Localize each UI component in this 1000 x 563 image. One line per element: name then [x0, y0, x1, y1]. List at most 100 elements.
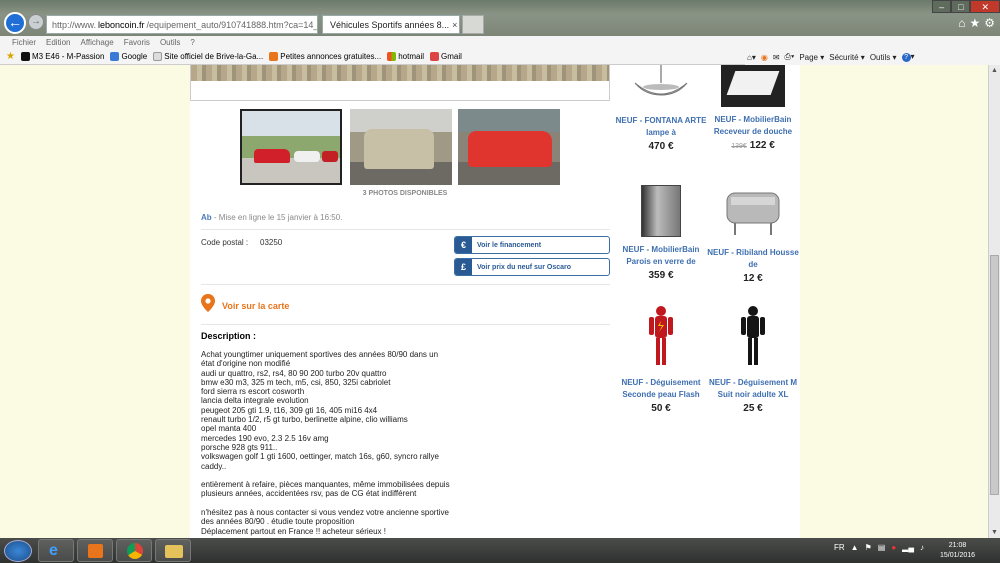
photo-thumbnail[interactable]	[458, 109, 560, 185]
black-suit-icon	[741, 306, 765, 365]
product-card[interactable]: NEUF - Déguisement M Suit noir adulte XL…	[706, 305, 800, 414]
bbq-cover-icon	[726, 192, 780, 235]
glass-panel-image	[641, 185, 681, 237]
photo-thumbnail[interactable]	[240, 109, 342, 185]
product-name[interactable]: NEUF - Déguisement Seconde peau Flash	[614, 377, 708, 400]
postal-code-value: 03250	[260, 238, 283, 247]
taskbar-explorer-button[interactable]	[155, 539, 191, 562]
security-menu[interactable]: Sécurité ▾	[829, 53, 865, 62]
scrollbar-thumb[interactable]	[990, 255, 999, 495]
taskbar-media-button[interactable]	[77, 539, 113, 562]
favorite-item[interactable]: hotmail	[387, 52, 424, 61]
forward-button[interactable]: →	[28, 14, 44, 30]
euro-icon: €	[455, 237, 472, 253]
product-price: 12 €	[743, 273, 763, 284]
home-icon[interactable]: ⌂	[958, 16, 965, 32]
url-path: /equipement_auto/910741888.htm?ca=14_s	[146, 19, 318, 30]
description-label: Description :	[201, 331, 257, 341]
start-button[interactable]	[4, 540, 32, 562]
photo-count: 3 PHOTOS DISPONIBLES	[362, 190, 448, 197]
favorites-star-icon[interactable]: ★	[969, 16, 980, 32]
rss-icon[interactable]: ◉	[761, 53, 768, 62]
menu-item-edit[interactable]: Edition	[46, 36, 70, 49]
menu-item-favorites[interactable]: Favoris	[124, 36, 150, 49]
help-icon[interactable]: ? ▾	[901, 52, 915, 62]
flag-icon[interactable]: ⚑	[865, 543, 872, 557]
signal-icon[interactable]: ▂▄	[902, 543, 914, 557]
old-price: 139€	[731, 143, 747, 150]
back-button[interactable]: ←	[4, 12, 26, 34]
lamp-icon	[634, 65, 688, 96]
product-card[interactable]: NEUF - MobilierBain Receveur de douche 1…	[706, 65, 800, 151]
price-tag-icon: £	[455, 259, 472, 275]
favorite-item[interactable]: Petites annonces gratuites...	[269, 52, 381, 61]
financing-label: Voir le financement	[477, 241, 542, 249]
divider	[201, 229, 610, 230]
print-icon[interactable]: ⎙▾	[785, 52, 795, 62]
security-icon[interactable]: ●	[891, 543, 896, 557]
favorite-item[interactable]: M3 E46 - M-Passion	[20, 52, 104, 61]
new-tab-button[interactable]	[462, 15, 484, 34]
photo-thumbnail[interactable]	[350, 109, 452, 185]
favorite-item[interactable]: Site officiel de Brive-la-Ga...	[153, 52, 263, 61]
product-price: 359 €	[648, 270, 674, 281]
menu-item-file[interactable]: Fichier	[12, 36, 36, 49]
taskbar-ie-button[interactable]: e	[38, 539, 74, 562]
new-price-button[interactable]: £ Voir prix du neuf sur Oscaro	[454, 258, 610, 276]
menu-item-tools[interactable]: Outils	[160, 36, 180, 49]
favorite-item[interactable]: Gmail	[430, 52, 462, 61]
gear-icon[interactable]: ⚙	[984, 16, 995, 32]
flash-costume-icon	[649, 306, 673, 365]
scroll-down-icon[interactable]: ▼	[989, 527, 1000, 538]
favorites-star-add-icon[interactable]: ★	[6, 51, 15, 62]
close-window-button[interactable]: ✕	[970, 0, 1000, 13]
postal-code-label: Code postal :	[201, 238, 249, 247]
product-card[interactable]: NEUF - FONTANA ARTE lampe à 470 €	[614, 65, 708, 152]
divider	[201, 324, 610, 325]
scroll-up-icon[interactable]: ▲	[989, 65, 1000, 76]
windows-logo-icon	[387, 52, 397, 61]
tray-chevron-icon[interactable]: ▲	[851, 543, 859, 557]
view-map-link[interactable]: Voir sur la carte	[222, 301, 289, 311]
tab-title: Véhicules Sportifs années 8...	[330, 19, 450, 30]
author-link[interactable]: Ab	[201, 213, 212, 222]
url-domain: leboncoin.fr	[98, 19, 145, 30]
bookmark-icon	[269, 52, 279, 61]
minimize-button[interactable]: –	[932, 0, 952, 13]
shower-tray-image	[721, 65, 785, 107]
product-name[interactable]: NEUF - MobilierBain Receveur de douche	[706, 114, 800, 137]
vertical-scrollbar[interactable]: ▲ ▼	[988, 65, 1000, 538]
menu-item-view[interactable]: Affichage	[80, 36, 113, 49]
page-menu[interactable]: Page ▾	[799, 53, 824, 62]
product-name[interactable]: NEUF - Déguisement M Suit noir adulte XL	[706, 377, 800, 400]
product-price: 470 €	[648, 141, 674, 152]
menu-item-help[interactable]: ?	[190, 36, 194, 49]
bookmark-icon	[20, 52, 30, 61]
network-icon[interactable]: ▤	[878, 543, 886, 557]
product-card[interactable]: NEUF - Déguisement Seconde peau Flash 50…	[614, 305, 708, 414]
product-name[interactable]: NEUF - FONTANA ARTE lampe à	[614, 115, 708, 138]
url-prefix: http://www.	[52, 19, 97, 30]
main-photo[interactable]	[190, 65, 610, 101]
financing-button[interactable]: € Voir le financement	[454, 236, 610, 254]
product-name[interactable]: NEUF - Ribiland Housse de	[706, 247, 800, 270]
home-cmd-icon[interactable]: ⌂▾	[747, 53, 756, 62]
folder-icon	[165, 545, 183, 558]
address-bar[interactable]: http://www. leboncoin.fr/equipement_auto/…	[46, 15, 318, 34]
product-price: 139€ 122 €	[731, 140, 775, 151]
language-indicator[interactable]: FR	[834, 543, 845, 557]
tab-close-icon[interactable]: ×	[452, 20, 457, 30]
clock[interactable]: 21:08 15/01/2016	[940, 541, 975, 561]
browser-tab[interactable]: Véhicules Sportifs années 8... ×	[322, 15, 460, 34]
product-name[interactable]: NEUF - MobilierBain Parois en verre de	[614, 244, 708, 267]
taskbar-chrome-button[interactable]	[116, 539, 152, 562]
mail-icon[interactable]: ✉	[773, 53, 780, 62]
product-card[interactable]: NEUF - MobilierBain Parois en verre de 3…	[614, 185, 708, 281]
product-card[interactable]: NEUF - Ribiland Housse de 12 €	[706, 185, 800, 284]
listing-page: 3 PHOTOS DISPONIBLES Ab - Mise en ligne …	[190, 65, 800, 538]
volume-icon[interactable]: ♪	[920, 543, 924, 557]
gmail-icon	[430, 52, 439, 61]
favorite-item[interactable]: Google	[110, 52, 147, 61]
tools-menu[interactable]: Outils ▾	[870, 53, 897, 62]
maximize-button[interactable]: □	[951, 0, 971, 13]
